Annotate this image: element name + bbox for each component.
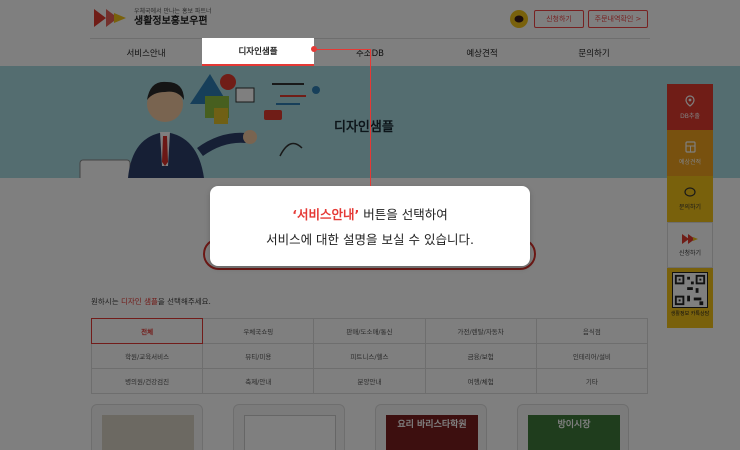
quick-menu-sidebar: DB추출 예상견적 문의하기 신청하기 생활정보 카톡상담 [667, 84, 713, 328]
category-item[interactable]: 축제/안내 [202, 368, 315, 394]
category-item[interactable]: 피트니스/헬스 [313, 343, 426, 369]
sidebar-item-label: 문의하기 [678, 204, 702, 211]
sample-card-title: 방이시장 [557, 420, 591, 430]
pointer-dot [311, 46, 317, 52]
category-item[interactable]: 우체국쇼핑 [202, 318, 315, 344]
pointer-line-vertical [370, 49, 371, 187]
tooltip-highlight: 서비스안내 [297, 207, 355, 222]
category-item[interactable]: 금융/보험 [424, 343, 537, 369]
site-logo[interactable]: 우체국에서 만나는 홍보 파트너 생활정보홍보우편 [92, 7, 211, 29]
intro-prefix: 원하시는 [91, 297, 121, 306]
category-item[interactable]: 병의원/건강검진 [90, 368, 204, 394]
sample-card[interactable]: 요리 바리스타학원 [375, 404, 487, 450]
kakao-chat-icon[interactable] [510, 10, 528, 28]
sidebar-item-inquiry[interactable]: 문의하기 [667, 176, 713, 222]
tooltip-line-1-rest: 버튼을 선택하여 [359, 207, 448, 222]
category-table: 전체 우체국쇼핑 판매/도소매/통신 가전/렌탈/자동차 음식점 학원/교육서비… [90, 318, 649, 394]
qr-label: 생활정보 카톡상담 [670, 311, 710, 317]
category-item[interactable]: 인테리어/설비 [535, 343, 649, 369]
apply-button[interactable]: 신청하기 [534, 10, 584, 28]
category-item[interactable]: 분양안내 [313, 368, 426, 394]
nav-item-estimate[interactable]: 예상견적 [426, 39, 538, 66]
hero-title: 디자인샘플 [334, 120, 394, 135]
category-item[interactable]: 학원/교육서비스 [90, 343, 204, 369]
chat-bubble-icon [684, 187, 696, 197]
logo-mark-icon [682, 233, 698, 244]
tutorial-tooltip: ‘서비스안내’ 버튼을 선택하여 서비스에 대한 설명을 보실 수 있습니다. [210, 186, 530, 266]
logo-subtitle: 우체국에서 만나는 홍보 파트너 [134, 8, 212, 15]
sidebar-item-label: DB추출 [680, 112, 700, 120]
highlighted-nav-item[interactable]: 디자인샘플 [202, 38, 314, 66]
sample-card[interactable] [233, 404, 345, 450]
sample-card[interactable] [91, 404, 203, 450]
tooltip-line-2: 서비스에 대한 설명을 보실 수 있습니다. [266, 232, 474, 247]
sidebar-item-apply[interactable]: 신청하기 [667, 222, 713, 268]
intro-highlight: 디자인 샘플 [120, 297, 158, 306]
category-item[interactable]: 여행/체험 [424, 368, 537, 394]
location-pin-icon [685, 94, 695, 107]
sidebar-item-label: 예상견적 [678, 158, 702, 166]
logo-mark-icon [94, 9, 126, 27]
sidebar-item-estimate[interactable]: 예상견적 [667, 130, 713, 176]
sidebar-item-db-extract[interactable]: DB추출 [667, 84, 713, 130]
intro-suffix: 을 선택해주세요. [157, 297, 211, 306]
category-intro-text: 원하시는 디자인 샘플을 선택해주세요. [91, 296, 211, 307]
calculator-icon [684, 140, 696, 153]
nav-item-inquiry[interactable]: 문의하기 [538, 39, 650, 66]
category-item[interactable]: 가전/렌탈/자동차 [424, 318, 537, 344]
category-item[interactable]: 판매/도소매/통신 [313, 318, 426, 344]
category-all[interactable]: 전체 [90, 318, 204, 344]
site-header: 우체국에서 만나는 홍보 파트너 생활정보홍보우편 신청하기 주문내역확인 > [0, 0, 740, 38]
sidebar-item-label: 신청하기 [678, 249, 702, 257]
category-item[interactable]: 기타 [535, 368, 649, 394]
nav-item-service[interactable]: 서비스안내 [90, 39, 202, 66]
category-item[interactable]: 음식점 [535, 318, 649, 344]
logo-title: 생활정보홍보우편 [134, 16, 208, 27]
tooltip-line-1: ‘서비스안내’ 버튼을 선택하여 [292, 204, 447, 223]
order-history-button[interactable]: 주문내역확인 > [588, 10, 648, 28]
category-item[interactable]: 뷰티/미용 [202, 343, 315, 369]
kakao-qr-panel[interactable]: 생활정보 카톡상담 [667, 268, 713, 328]
qr-code-icon [672, 272, 708, 308]
sample-card[interactable]: 방이시장 [517, 404, 629, 450]
sample-card-title: 요리 바리스타학원 [397, 420, 467, 430]
pointer-line-horizontal [314, 49, 370, 50]
sample-card-list: 요리 바리스타학원 방이시장 [91, 404, 648, 450]
